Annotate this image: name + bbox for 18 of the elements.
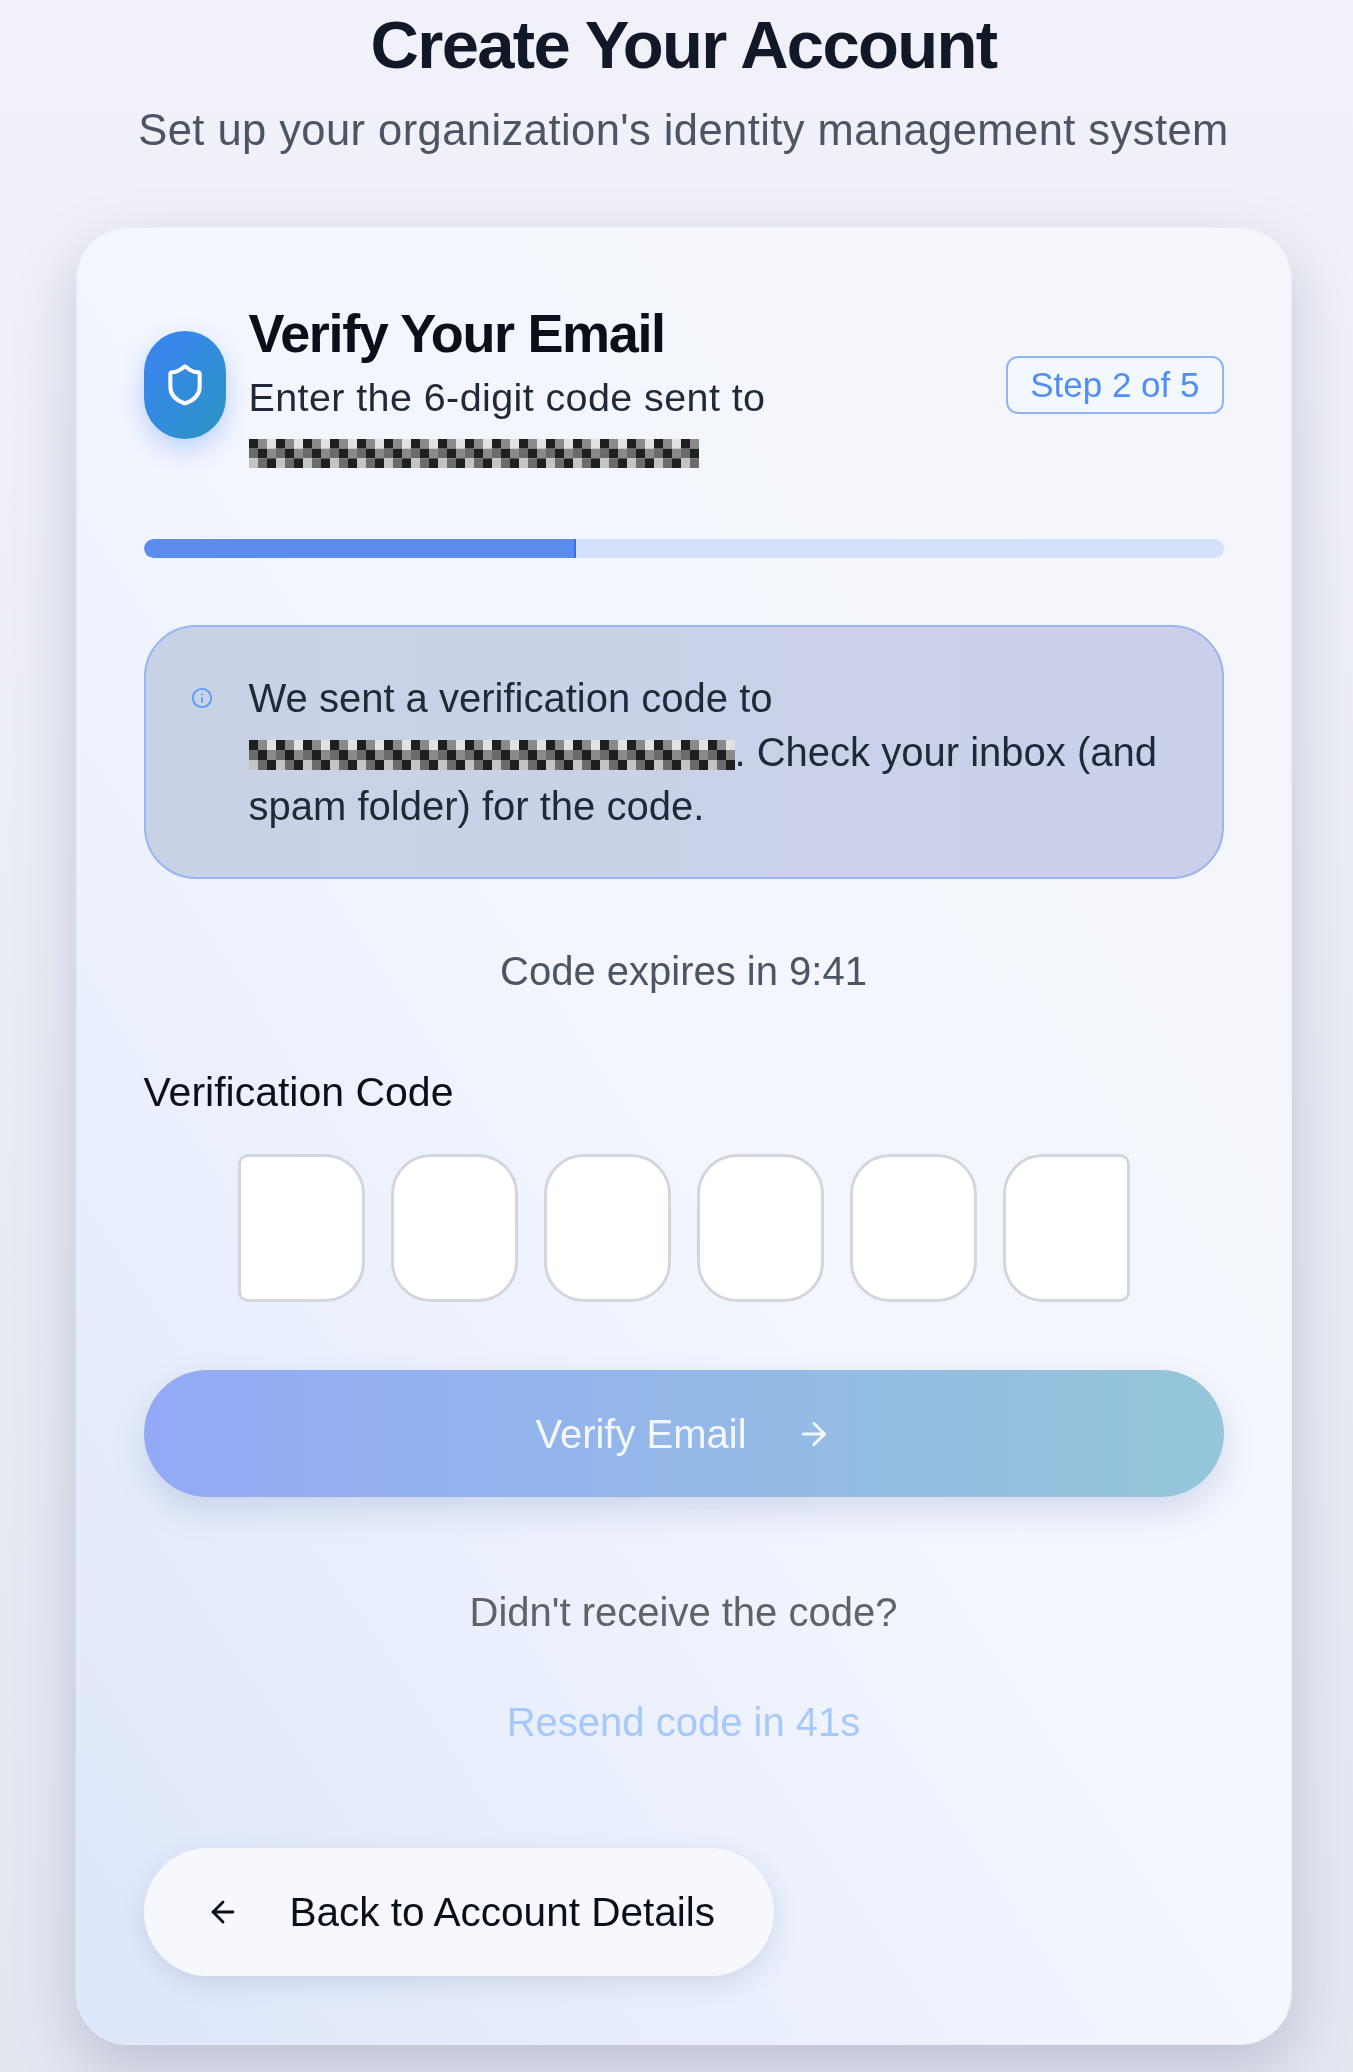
page-title: Create Your Account xyxy=(370,10,997,80)
info-icon xyxy=(190,687,213,709)
page-subtitle: Set up your organization's identity management system xyxy=(138,105,1229,155)
digit-input[interactable] xyxy=(543,1154,671,1302)
digit-input[interactable] xyxy=(237,1154,365,1302)
digit-input[interactable] xyxy=(390,1154,518,1302)
back-button[interactable]: Back to Account Details xyxy=(143,1848,774,1976)
digit-input[interactable] xyxy=(696,1154,824,1302)
section-title: Verify Your Email xyxy=(248,302,666,364)
expiry-text: Code expires in 9:41 xyxy=(499,948,868,995)
field-label: Verification Code xyxy=(143,1068,455,1116)
digit-input[interactable] xyxy=(849,1154,977,1302)
step-badge: Step 2 of 5 xyxy=(1006,356,1224,414)
shield-icon xyxy=(143,331,226,439)
section-description: Enter the 6-digit code sent to xyxy=(248,374,766,421)
digit-input[interactable] xyxy=(1002,1154,1130,1302)
resend-prompt: Didn't receive the code? xyxy=(468,1589,899,1636)
notice-text: We sent a verification code to . Check your inbox (and spam folder) for the code. xyxy=(248,675,1158,830)
